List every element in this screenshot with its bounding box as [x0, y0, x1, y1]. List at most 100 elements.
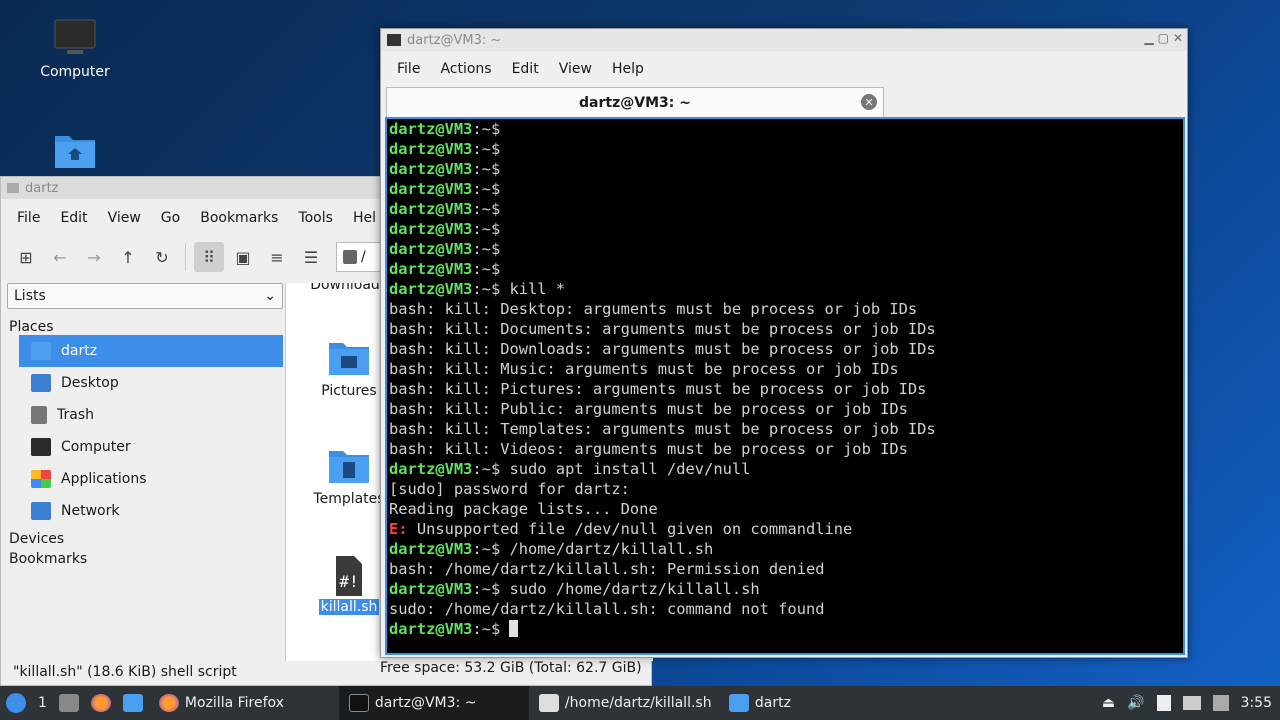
menu-bookmarks[interactable]: Bookmarks [190, 210, 288, 226]
menu-tools[interactable]: Tools [288, 210, 343, 226]
update-notifier-icon[interactable] [1182, 696, 1201, 710]
shell-prompt: dartz@VM3 [389, 220, 473, 238]
back-arrow-icon[interactable]: ← [45, 242, 75, 272]
icon-view-icon[interactable]: ⠿ [194, 242, 224, 272]
detailed-list-icon[interactable]: ☰ [296, 242, 326, 272]
forward-arrow-icon[interactable]: → [79, 242, 109, 272]
terminal-menubar: File Actions Edit View Help [381, 51, 1187, 87]
terminal-line: E: Unsupported file /dev/null given on c… [389, 519, 1183, 539]
terminal-line: [sudo] password for dartz: [389, 479, 1183, 499]
shell-prompt: dartz@VM3 [389, 120, 473, 138]
terminal-tab[interactable]: dartz@VM3: ~ ✕ [386, 87, 884, 117]
shell-prompt: dartz@VM3 [389, 540, 473, 558]
workspace-number: 1 [38, 695, 47, 711]
places-header[interactable]: Places [9, 319, 283, 335]
up-arrow-icon[interactable]: ↑ [113, 242, 143, 272]
taskbar-window-label: /home/dartz/killall.sh [564, 695, 712, 711]
place-network[interactable]: Network [19, 495, 283, 527]
file-item-label: Templates [313, 491, 385, 507]
place-label: Computer [61, 439, 131, 455]
eject-icon[interactable]: ⏏ [1102, 695, 1115, 711]
place-trash[interactable]: Trash [19, 399, 283, 431]
volume-icon[interactable]: 🔊 [1127, 695, 1144, 711]
minimize-icon[interactable]: ▁ [1144, 31, 1153, 45]
tab-close-icon[interactable]: ✕ [861, 94, 877, 110]
terminal-screen[interactable]: dartz@VM3:~$ dartz@VM3:~$ dartz@VM3:~$ dart… [385, 117, 1185, 655]
bookmarks-header[interactable]: Bookmarks [9, 551, 283, 567]
launch-file-manager-button[interactable] [117, 686, 149, 720]
terminal-titlebar[interactable]: dartz@VM3: ~ ▁ ▢ ✕ [381, 29, 1187, 51]
taskbar-window-firefox[interactable]: Mozilla Firefox [149, 686, 339, 720]
home-folder-icon [53, 130, 97, 170]
place-desktop[interactable]: Desktop [19, 367, 283, 399]
place-dartz[interactable]: dartz [19, 335, 283, 367]
terminal-line: dartz@VM3:~$ [389, 119, 1183, 139]
home-folder-icon [31, 342, 51, 360]
shell-prompt: dartz@VM3 [389, 160, 473, 178]
terminal-icon [387, 34, 401, 46]
close-icon[interactable]: ✕ [1173, 31, 1183, 45]
output-text: bash: kill: Music: arguments must be pro… [389, 360, 899, 378]
terminal-line: bash: kill: Pictures: arguments must be … [389, 379, 1183, 399]
monitor-icon [53, 18, 97, 58]
terminal-line: dartz@VM3:~$ /home/dartz/killall.sh [389, 539, 1183, 559]
clock[interactable]: 3:55 [1241, 695, 1272, 711]
menu-actions[interactable]: Actions [430, 61, 501, 77]
menu-file[interactable]: File [7, 210, 50, 226]
menu-edit[interactable]: Edit [502, 61, 549, 77]
text-cursor [509, 620, 519, 637]
menu-go[interactable]: Go [151, 210, 190, 226]
shell-prompt: dartz@VM3 [389, 180, 473, 198]
menu-file[interactable]: File [387, 61, 430, 77]
menu-view[interactable]: View [98, 210, 151, 226]
launch-firefox-button[interactable] [85, 686, 117, 720]
folder-icon [728, 694, 749, 712]
taskbar-window-label: dartz [754, 695, 791, 711]
devices-header[interactable]: Devices [9, 531, 283, 547]
tab-label: dartz@VM3: ~ [579, 94, 691, 111]
desktop-icon-computer[interactable]: Computer [25, 18, 125, 80]
reload-icon[interactable]: ↻ [147, 242, 177, 272]
svg-text:#!: #! [339, 572, 358, 591]
terminal-line: bash: kill: Documents: arguments must be… [389, 319, 1183, 339]
menu-edit[interactable]: Edit [50, 210, 97, 226]
workspace-switcher[interactable]: 1 [32, 686, 53, 720]
thumbnail-view-icon[interactable]: ▣ [228, 242, 258, 272]
file-item-label: Pictures [321, 383, 377, 399]
terminal-line: dartz@VM3:~$ [389, 139, 1183, 159]
output-text: bash: kill: Templates: arguments must be… [389, 420, 936, 438]
place-label: Network [61, 503, 120, 519]
menu-help[interactable]: Help [602, 61, 654, 77]
network-status-icon[interactable] [1212, 695, 1229, 711]
side-pane-mode-select[interactable]: Lists ⌄ [7, 283, 283, 309]
shell-command: :~$ sudo apt install /dev/null [472, 460, 751, 478]
pictures-folder-icon [328, 339, 370, 377]
shell-command: :~$ [472, 240, 501, 258]
path-text: / [361, 249, 366, 265]
menu-view[interactable]: View [549, 61, 602, 77]
file-item-downloads[interactable]: Download [300, 283, 390, 293]
show-desktop-button[interactable] [53, 686, 85, 720]
free-space-label: Free space: 53.2 GiB (Total: 62.7 GiB) [380, 660, 642, 676]
trash-icon [31, 406, 47, 424]
place-label: Applications [61, 471, 147, 487]
taskbar-window-file-manager[interactable]: dartz [719, 686, 909, 720]
taskbar-window-terminal[interactable]: dartz@VM3: ~ [338, 686, 529, 720]
start-menu-button[interactable] [0, 686, 32, 720]
new-window-icon[interactable]: ⊞ [11, 242, 41, 272]
monitor-icon [31, 438, 51, 456]
place-label: Trash [57, 407, 94, 423]
system-tray: ⏏ 🔊 3:55 [1102, 695, 1280, 711]
place-applications[interactable]: Applications [19, 463, 283, 495]
window-title: dartz@VM3: ~ [407, 32, 502, 48]
chevron-down-icon: ⌄ [264, 288, 276, 304]
taskbar-window-editor[interactable]: /home/dartz/killall.sh [529, 686, 719, 720]
output-text: sudo: /home/dartz/killall.sh: command no… [389, 600, 825, 618]
maximize-icon[interactable]: ▢ [1158, 31, 1169, 45]
output-text: bash: kill: Downloads: arguments must be… [389, 340, 936, 358]
clipboard-icon[interactable] [1156, 695, 1171, 711]
taskbar-window-label: Mozilla Firefox [184, 695, 284, 711]
place-computer[interactable]: Computer [19, 431, 283, 463]
terminal-line: bash: kill: Desktop: arguments must be p… [389, 299, 1183, 319]
compact-view-icon[interactable]: ≡ [262, 242, 292, 272]
